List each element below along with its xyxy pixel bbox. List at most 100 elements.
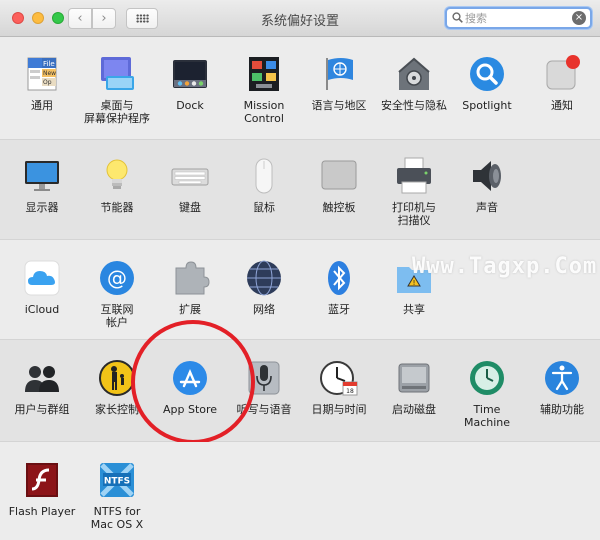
pref-accessibility[interactable]: 辅助功能 — [524, 358, 600, 416]
extensions-icon — [175, 261, 210, 295]
clear-search-icon[interactable]: × — [572, 11, 586, 25]
pref-notifications[interactable]: 通知 — [524, 54, 600, 112]
search-field[interactable]: × — [445, 7, 592, 29]
general-icon: File New Op — [27, 57, 57, 91]
desktop-screensaver-icon — [101, 57, 134, 90]
trackpad-icon — [321, 160, 357, 190]
mission-control-icon — [249, 57, 279, 91]
pref-label: 互联网 帐户 — [100, 303, 134, 329]
pref-label: 安全性与隐私 — [381, 99, 447, 112]
window-title: 系统偏好设置 — [260, 14, 339, 29]
pref-label: 键盘 — [179, 201, 201, 214]
bluetooth-icon — [328, 261, 350, 295]
pref-security-privacy[interactable]: 安全性与隐私 — [376, 54, 452, 112]
forward-button[interactable]: › — [92, 8, 116, 29]
pref-time-machine[interactable]: Time Machine — [449, 358, 525, 429]
pref-label: 打印机与 扫描仪 — [392, 201, 436, 227]
search-input[interactable] — [465, 10, 570, 26]
grid-icon — [136, 14, 149, 23]
svg-text:Op: Op — [43, 79, 52, 86]
pref-label: 扩展 — [179, 303, 201, 316]
pref-label: 辅助功能 — [540, 403, 584, 416]
svg-text:NTFS: NTFS — [104, 477, 130, 487]
pref-keyboard[interactable]: 键盘 — [152, 156, 228, 214]
displays-icon — [25, 161, 59, 191]
back-button[interactable]: ‹ — [68, 8, 92, 29]
pref-internet-accounts[interactable]: @ 互联网 帐户 — [79, 258, 155, 329]
pref-date-time[interactable]: 18 日期与时间 — [301, 358, 377, 416]
pref-label: 鼠标 — [253, 201, 275, 214]
pref-label: 启动磁盘 — [392, 403, 436, 416]
printers-scanners-icon — [397, 157, 431, 194]
pref-label: 声音 — [476, 201, 498, 214]
pref-bluetooth[interactable]: 蓝牙 — [301, 258, 377, 316]
pref-startup-disk[interactable]: 启动磁盘 — [376, 358, 452, 416]
security-privacy-icon — [398, 57, 430, 90]
pref-label: Spotlight — [462, 99, 512, 112]
network-icon — [247, 260, 281, 296]
system-section: 用户与群组 家长控制 App Store 听写与语音 18 日期与时间 启动磁盘… — [0, 340, 600, 442]
pref-label: 网络 — [253, 303, 275, 316]
pref-label: 显示器 — [25, 201, 59, 214]
pref-label: 桌面与 屏幕保护程序 — [84, 99, 150, 125]
notifications-icon — [546, 55, 580, 90]
ntfs-icon: NTFS — [100, 463, 134, 497]
toolbar: ‹ › 系统偏好设置 × — [0, 0, 600, 37]
startup-disk-icon — [398, 363, 430, 393]
time-machine-icon — [470, 361, 504, 395]
show-all-button[interactable] — [126, 8, 158, 29]
energy-saver-icon — [106, 159, 128, 189]
icloud-icon — [24, 260, 60, 296]
pref-flash-player[interactable]: Flash Player — [4, 460, 80, 518]
language-region-icon — [326, 58, 353, 90]
close-window-button[interactable] — [12, 12, 24, 24]
pref-general[interactable]: File New Op 通用 — [4, 54, 80, 112]
pref-energy-saver[interactable]: 节能器 — [79, 156, 155, 214]
date-time-icon: 18 — [320, 361, 358, 396]
pref-label: 用户与群组 — [14, 403, 70, 416]
pref-mission-control[interactable]: Mission Control — [226, 54, 302, 125]
dock-icon — [173, 60, 207, 88]
pref-desktop-screensaver[interactable]: 桌面与 屏幕保护程序 — [79, 54, 155, 125]
users-groups-icon — [25, 366, 59, 392]
svg-text:@: @ — [107, 266, 127, 290]
pref-label: NTFS for Mac OS X — [90, 505, 144, 531]
pref-label: Flash Player — [8, 505, 76, 518]
flash-player-icon — [26, 463, 58, 497]
pref-label: 通用 — [31, 99, 53, 112]
pref-sound[interactable]: 声音 — [449, 156, 525, 214]
svg-text:!: ! — [413, 279, 416, 287]
pref-language-region[interactable]: 语言与地区 — [301, 54, 377, 112]
highlight-circle-annotation — [131, 320, 255, 444]
pref-label: Time Machine — [463, 403, 511, 429]
pref-ntfs[interactable]: NTFS NTFS for Mac OS X — [79, 460, 155, 531]
pref-spotlight[interactable]: Spotlight — [449, 54, 525, 112]
pref-users-groups[interactable]: 用户与群组 — [4, 358, 80, 416]
search-icon — [452, 12, 463, 23]
svg-text:File: File — [43, 60, 55, 68]
spotlight-icon — [470, 57, 504, 91]
pref-label: 日期与时间 — [311, 403, 367, 416]
pref-label: Mission Control — [243, 99, 285, 125]
pref-label: 通知 — [551, 99, 573, 112]
pref-displays[interactable]: 显示器 — [4, 156, 80, 214]
pref-label: 节能器 — [100, 201, 134, 214]
keyboard-icon — [171, 168, 209, 186]
other-section: Flash Player NTFS NTFS for Mac OS X — [0, 442, 600, 540]
watermark-text: Www.Tagxp.Com — [412, 254, 598, 279]
accessibility-icon — [545, 361, 579, 395]
pref-trackpad[interactable]: 触控板 — [301, 156, 377, 214]
pref-dock[interactable]: Dock — [152, 54, 228, 112]
minimize-window-button[interactable] — [32, 12, 44, 24]
pref-network[interactable]: 网络 — [226, 258, 302, 316]
pref-printers-scanners[interactable]: 打印机与 扫描仪 — [376, 156, 452, 227]
pref-label: 蓝牙 — [328, 303, 350, 316]
pref-label: 共享 — [403, 303, 425, 316]
pref-label: Dock — [176, 99, 204, 112]
pref-icloud[interactable]: iCloud — [4, 258, 80, 316]
pref-mouse[interactable]: 鼠标 — [226, 156, 302, 214]
pref-label: 语言与地区 — [311, 99, 367, 112]
pref-extensions[interactable]: 扩展 — [152, 258, 228, 316]
pref-label: 触控板 — [322, 201, 356, 214]
zoom-window-button[interactable] — [52, 12, 64, 24]
